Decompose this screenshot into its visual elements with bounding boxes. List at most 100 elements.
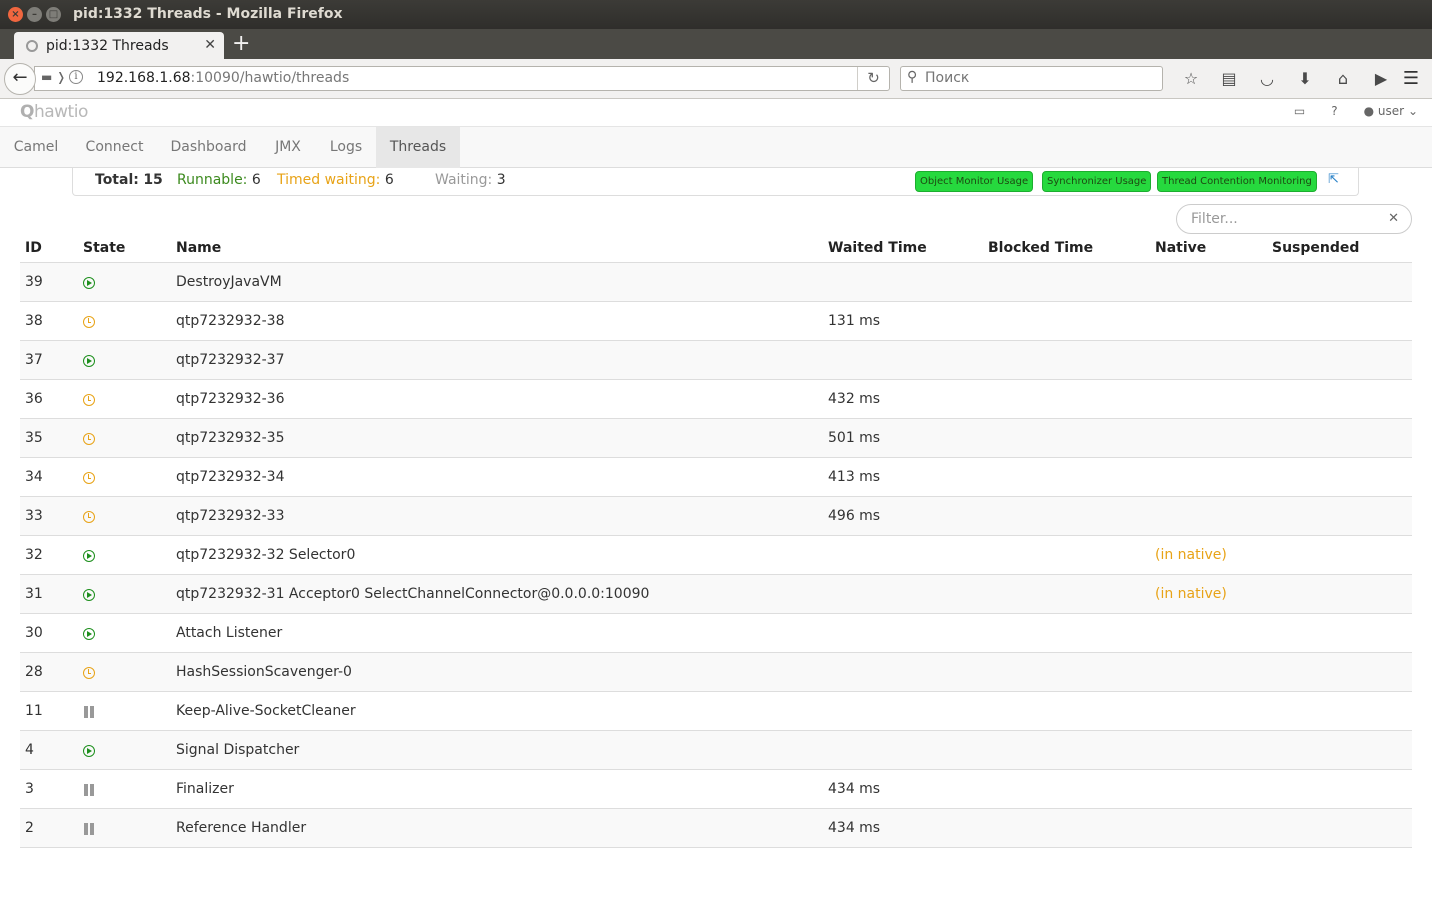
thread-id: 3 bbox=[20, 769, 83, 809]
thread-name[interactable]: DestroyJavaVM bbox=[171, 262, 823, 302]
hawtio-logo[interactable]: Qhawtio bbox=[20, 102, 88, 122]
window-controls: × – □ bbox=[8, 7, 61, 22]
table-row[interactable]: 4 Signal Dispatcher bbox=[20, 730, 1412, 770]
waiting-label: Waiting: bbox=[435, 172, 493, 188]
thread-blocked-time bbox=[983, 808, 1151, 848]
tab-threads[interactable]: Threads bbox=[376, 127, 460, 168]
synchronizer-usage-button[interactable]: Synchronizer Usage bbox=[1042, 171, 1152, 192]
thread-name[interactable]: qtp7232932-34 bbox=[171, 457, 823, 497]
clear-filter-icon[interactable]: ✕ bbox=[1388, 211, 1399, 226]
timed-waiting-stat: Timed waiting: 6 bbox=[277, 172, 394, 188]
site-identity-icon[interactable]: ▬ ❭ bbox=[41, 70, 66, 84]
help-icon[interactable]: ? bbox=[1331, 104, 1337, 118]
thread-waited-time bbox=[823, 340, 983, 380]
table-row[interactable]: 34 qtp7232932-34 413 ms bbox=[20, 457, 1412, 497]
table-row[interactable]: 28 HashSessionScavenger-0 bbox=[20, 652, 1412, 692]
timed-waiting-state-icon bbox=[83, 432, 95, 445]
thread-state bbox=[83, 301, 171, 341]
table-row[interactable]: 38 qtp7232932-38 131 ms bbox=[20, 301, 1412, 341]
menu-icon[interactable]: ☰ bbox=[1398, 67, 1424, 91]
reading-list-icon[interactable]: ▤ bbox=[1210, 67, 1248, 91]
thread-waited-time bbox=[823, 574, 983, 614]
url-text[interactable]: 192.168.1.68:10090/hawtio/threads bbox=[97, 70, 349, 86]
column-blocked-time[interactable]: Blocked Time bbox=[983, 234, 1151, 263]
browser-tab[interactable]: pid:1332 Threads ✕ bbox=[14, 32, 224, 60]
filter-input[interactable] bbox=[1191, 211, 1381, 227]
browser-tabstrip: pid:1332 Threads ✕ + bbox=[0, 29, 1432, 60]
window-close-button[interactable]: × bbox=[8, 7, 23, 22]
thread-name[interactable]: HashSessionScavenger-0 bbox=[171, 652, 823, 692]
tab-close-icon[interactable]: ✕ bbox=[204, 37, 216, 53]
monitor-icon[interactable]: ▭ bbox=[1294, 104, 1305, 118]
info-icon[interactable]: i bbox=[69, 70, 83, 84]
bookmark-star-icon[interactable]: ☆ bbox=[1172, 67, 1210, 91]
chevron-down-icon: ⌄ bbox=[1407, 104, 1418, 118]
window-minimize-button[interactable]: – bbox=[27, 7, 42, 22]
pocket-icon[interactable]: ◡ bbox=[1248, 67, 1286, 91]
search-input[interactable] bbox=[925, 70, 1155, 86]
tab-dashboard[interactable]: Dashboard bbox=[157, 127, 260, 168]
thread-contention-monitoring-button[interactable]: Thread Contention Monitoring bbox=[1157, 171, 1317, 192]
back-button[interactable]: ← bbox=[4, 63, 36, 95]
thread-state bbox=[83, 379, 171, 419]
thread-name[interactable]: qtp7232932-32 Selector0 bbox=[171, 535, 823, 575]
object-monitor-usage-button[interactable]: Object Monitor Usage bbox=[915, 171, 1034, 192]
thread-state bbox=[83, 691, 171, 731]
table-row[interactable]: 30 Attach Listener bbox=[20, 613, 1412, 653]
thread-native bbox=[1151, 418, 1272, 458]
search-bar[interactable]: ⚲ bbox=[900, 66, 1163, 91]
table-row[interactable]: 3 Finalizer 434 ms bbox=[20, 769, 1412, 809]
thread-waited-time bbox=[823, 652, 983, 692]
table-row[interactable]: 33 qtp7232932-33 496 ms bbox=[20, 496, 1412, 536]
thread-name[interactable]: qtp7232932-36 bbox=[171, 379, 823, 419]
tab-connect[interactable]: Connect bbox=[72, 127, 157, 168]
thread-state bbox=[83, 769, 171, 809]
window-maximize-button[interactable]: □ bbox=[46, 7, 61, 22]
table-row[interactable]: 32 qtp7232932-32 Selector0 (in native) bbox=[20, 535, 1412, 575]
timed-waiting-value: 6 bbox=[384, 172, 394, 188]
reload-icon[interactable]: ↻ bbox=[857, 67, 889, 90]
table-row[interactable]: 31 qtp7232932-31 Acceptor0 SelectChannelC… bbox=[20, 574, 1412, 614]
new-tab-button[interactable]: + bbox=[232, 32, 250, 56]
url-bar[interactable]: ▬ ❭ i 192.168.1.68:10090/hawtio/threads … bbox=[34, 66, 890, 91]
thread-name[interactable]: Reference Handler bbox=[171, 808, 823, 848]
thread-name[interactable]: Finalizer bbox=[171, 769, 823, 809]
tab-logs[interactable]: Logs bbox=[316, 127, 376, 168]
download-icon[interactable]: ⬇ bbox=[1286, 67, 1324, 91]
column-state[interactable]: State bbox=[83, 234, 171, 263]
column-name[interactable]: Name bbox=[171, 234, 823, 263]
tab-camel[interactable]: Camel bbox=[0, 127, 72, 168]
export-icon[interactable]: ⇱ bbox=[1328, 172, 1339, 187]
thread-name[interactable]: qtp7232932-37 bbox=[171, 340, 823, 380]
thread-name[interactable]: Attach Listener bbox=[171, 613, 823, 653]
thread-name[interactable]: qtp7232932-33 bbox=[171, 496, 823, 536]
table-row[interactable]: 36 qtp7232932-36 432 ms bbox=[20, 379, 1412, 419]
thread-native bbox=[1151, 652, 1272, 692]
app-header: Qhawtio ▭ ? ● user ⌄ bbox=[0, 99, 1432, 127]
table-row[interactable]: 11 Keep-Alive-SocketCleaner bbox=[20, 691, 1412, 731]
table-row[interactable]: 37 qtp7232932-37 bbox=[20, 340, 1412, 380]
column-waited-time[interactable]: Waited Time bbox=[823, 234, 983, 263]
thread-waited-time: 501 ms bbox=[823, 418, 983, 458]
table-row[interactable]: 39 DestroyJavaVM bbox=[20, 262, 1412, 302]
column-id[interactable]: ID bbox=[20, 234, 83, 263]
thread-name[interactable]: Keep-Alive-SocketCleaner bbox=[171, 691, 823, 731]
thread-blocked-time bbox=[983, 262, 1151, 302]
column-native[interactable]: Native bbox=[1151, 234, 1272, 263]
tab-jmx[interactable]: JMX bbox=[260, 127, 316, 168]
thread-suspended bbox=[1272, 496, 1412, 536]
home-icon[interactable]: ⌂ bbox=[1324, 67, 1362, 91]
thread-id: 37 bbox=[20, 340, 83, 380]
waiting-value: 3 bbox=[496, 172, 506, 188]
thread-name[interactable]: qtp7232932-35 bbox=[171, 418, 823, 458]
table-row[interactable]: 35 qtp7232932-35 501 ms bbox=[20, 418, 1412, 458]
thread-name[interactable]: qtp7232932-38 bbox=[171, 301, 823, 341]
table-row[interactable]: 2 Reference Handler 434 ms bbox=[20, 808, 1412, 848]
tab-favicon-icon bbox=[26, 40, 38, 52]
thread-name[interactable]: Signal Dispatcher bbox=[171, 730, 823, 770]
thread-native bbox=[1151, 301, 1272, 341]
column-suspended[interactable]: Suspended bbox=[1272, 234, 1412, 263]
youtube-icon[interactable]: ▶ bbox=[1362, 67, 1400, 91]
thread-name[interactable]: qtp7232932-31 Acceptor0 SelectChannelCon… bbox=[171, 574, 823, 614]
user-menu[interactable]: ● user ⌄ bbox=[1364, 104, 1418, 118]
